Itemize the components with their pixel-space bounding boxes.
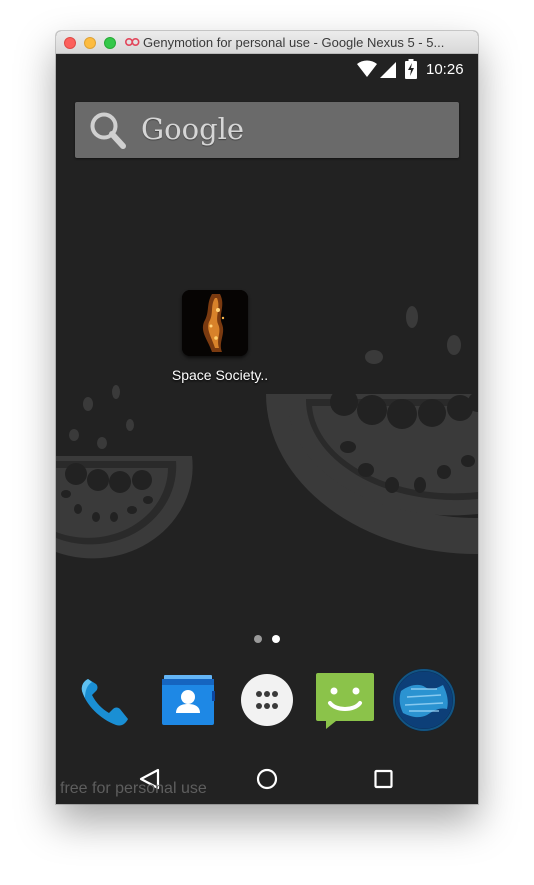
- genymotion-icon: [124, 37, 140, 47]
- emulator-window: Genymotion for personal use - Google Nex…: [56, 31, 478, 804]
- page-dot-2: [272, 635, 280, 643]
- cellular-signal-icon: [380, 62, 396, 78]
- messaging-icon: [316, 673, 374, 729]
- window-title: Genymotion for personal use - Google Nex…: [143, 35, 445, 50]
- page-dot-1: [254, 635, 262, 643]
- recents-button[interactable]: [364, 762, 404, 796]
- home-icon: [256, 768, 278, 790]
- window-zoom-button[interactable]: [104, 37, 116, 49]
- battery-charging-icon: [405, 59, 417, 79]
- contacts-icon: [162, 675, 215, 725]
- personal-use-watermark: free for personal use: [60, 780, 207, 797]
- app-drawer-icon: [241, 674, 293, 726]
- dock-browser[interactable]: [391, 667, 457, 733]
- app-shortcut-space-society[interactable]: Space Society..: [166, 290, 268, 390]
- window-minimize-button[interactable]: [84, 37, 96, 49]
- phone-icon: [81, 679, 128, 726]
- browser-icon: [392, 668, 456, 732]
- page-indicator: [252, 635, 292, 645]
- dock-phone[interactable]: [74, 667, 140, 733]
- dock-messaging[interactable]: [312, 667, 378, 733]
- space-society-app-icon[interactable]: [182, 290, 248, 356]
- app-label: Space Society..: [171, 367, 269, 383]
- search-icon: [90, 112, 126, 149]
- window-close-button[interactable]: [64, 37, 76, 49]
- dock-app-drawer[interactable]: [234, 667, 300, 733]
- window-titlebar[interactable]: Genymotion for personal use - Google Nex…: [56, 31, 478, 54]
- search-label: Google: [141, 112, 245, 146]
- recents-icon: [374, 769, 393, 789]
- home-button[interactable]: [247, 762, 287, 796]
- google-search-bar[interactable]: Google: [75, 102, 459, 158]
- android-screen[interactable]: 10:26 Google Space Society.. free for pe…: [56, 54, 478, 804]
- dock-contacts[interactable]: [155, 667, 221, 733]
- wifi-icon: [357, 60, 377, 77]
- status-bar[interactable]: 10:26: [56, 54, 478, 84]
- status-clock: 10:26: [426, 61, 464, 78]
